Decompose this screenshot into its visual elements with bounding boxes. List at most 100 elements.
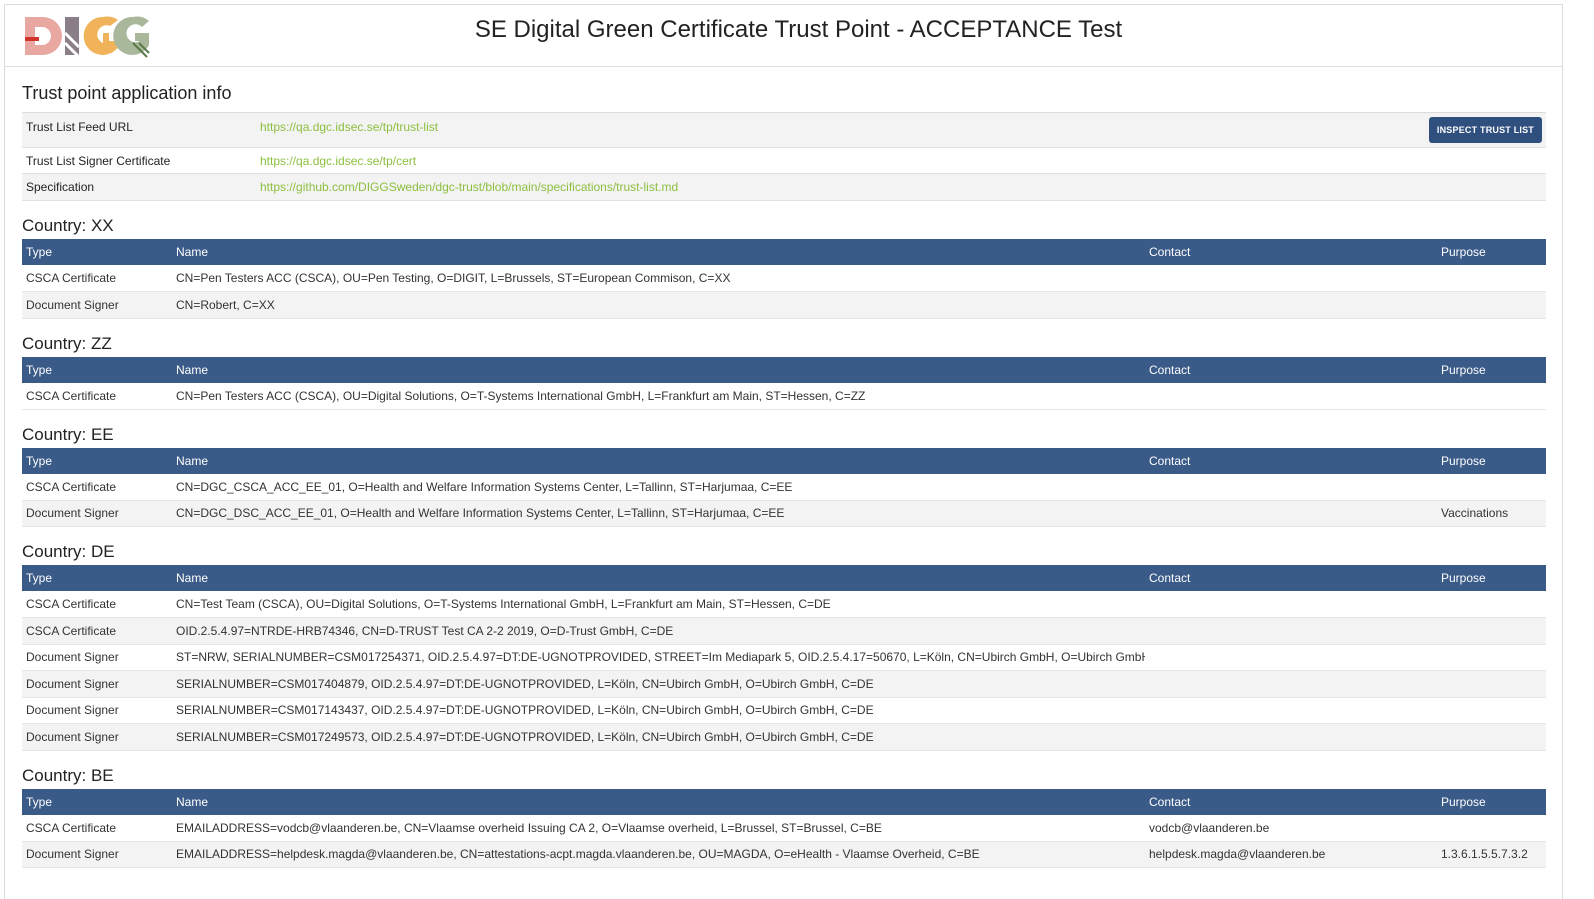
- column-header-contact[interactable]: Contact: [1145, 565, 1437, 591]
- info-row-specification: Specification https://github.com/DIGGSwe…: [22, 173, 1546, 201]
- column-header-name[interactable]: Name: [172, 565, 1145, 591]
- column-header-name[interactable]: Name: [172, 448, 1145, 474]
- cert-contact: vodcb@vlaanderen.be: [1149, 820, 1270, 835]
- table-row[interactable]: Document Signer SERIALNUMBER=CSM017143437…: [22, 697, 1546, 724]
- inspect-trust-list-button[interactable]: INSPECT TRUST LIST: [1428, 117, 1542, 143]
- column-header-contact[interactable]: Contact: [1145, 448, 1437, 474]
- cert-type[interactable]: Document Signer: [22, 697, 172, 724]
- cert-purpose: [1437, 383, 1546, 410]
- cert-contact: [1145, 500, 1437, 527]
- cert-name: CN=Robert, C=XX: [176, 297, 275, 312]
- info-label: Specification: [26, 180, 95, 194]
- cert-purpose: [1437, 724, 1546, 751]
- signer-cert-link[interactable]: https://qa.dgc.idsec.se/tp/cert: [260, 154, 416, 168]
- cert-contact: [1145, 383, 1437, 410]
- cert-name: CN=DGC_DSC_ACC_EE_01, O=Health and Welfa…: [176, 506, 785, 521]
- cert-contact: helpdesk.magda@vlaanderen.be: [1149, 847, 1326, 862]
- country-list: Country: XX Type Name Contact Purpose CSCA Ce…: [22, 213, 1546, 868]
- cert-name: CN=Pen Testers ACC (CSCA), OU=Digital So…: [176, 388, 866, 403]
- table-header-row: Type Name Contact Purpose: [22, 565, 1546, 591]
- column-header-contact[interactable]: Contact: [1145, 357, 1437, 383]
- country-section: Country: ZZ Type Name Contact Purpose CSCA Ce…: [22, 331, 1546, 410]
- cert-name: SERIALNUMBER=CSM017143437, OID.2.5.4.97=…: [176, 703, 874, 718]
- cert-purpose: 1.3.6.1.5.5.7.3.2: [1441, 847, 1528, 862]
- column-header-contact[interactable]: Contact: [1145, 789, 1437, 815]
- cert-contact: [1145, 292, 1437, 319]
- specification-link[interactable]: https://github.com/DIGGSweden/dgc-trust/…: [260, 180, 678, 194]
- cert-purpose: [1437, 644, 1546, 671]
- cert-type[interactable]: Document Signer: [22, 724, 172, 751]
- table-row[interactable]: CSCA Certificate EMAILADDRESS=vodcb@vlaan…: [22, 815, 1546, 842]
- table-row[interactable]: Document Signer SERIALNUMBER=CSM017249573…: [22, 723, 1546, 751]
- cert-purpose: [1437, 815, 1546, 842]
- column-header-type[interactable]: Type: [22, 357, 172, 383]
- info-section-title: Trust point application info: [22, 83, 232, 103]
- column-header-type[interactable]: Type: [22, 565, 172, 591]
- certificate-table: Type Name Contact Purpose CSCA Certificate EM…: [22, 788, 1546, 869]
- cert-name: ST=NRW, SERIALNUMBER=CSM017254371, OID.2…: [176, 650, 1145, 665]
- cert-contact: [1145, 618, 1437, 645]
- column-header-purpose[interactable]: Purpose: [1437, 357, 1546, 383]
- info-row-feed-url: Trust List Feed URL https://qa.dgc.idsec…: [22, 112, 1546, 148]
- info-table: Trust List Feed URL https://qa.dgc.idsec…: [22, 112, 1546, 201]
- table-header-row: Type Name Contact Purpose: [22, 356, 1546, 383]
- table-header-row: Type Name Contact Purpose: [22, 447, 1546, 474]
- cert-contact: [1145, 644, 1437, 671]
- column-header-purpose[interactable]: Purpose: [1437, 239, 1546, 265]
- feed-url-link[interactable]: https://qa.dgc.idsec.se/tp/trust-list: [260, 120, 438, 134]
- cert-name: CN=DGC_CSCA_ACC_EE_01, O=Health and Welf…: [176, 479, 793, 494]
- cert-contact: [1145, 474, 1437, 501]
- cert-contact: [1145, 671, 1437, 698]
- table-row[interactable]: Document Signer EMAILADDRESS=helpdesk.mag…: [22, 841, 1546, 868]
- table-row[interactable]: CSCA Certificate OID.2.5.4.97=NTRDE-HRB74…: [22, 617, 1546, 645]
- main-content: Trust point application info Trust List …: [22, 74, 1546, 868]
- country-title: Country: DE: [22, 542, 115, 561]
- cert-contact: [1145, 697, 1437, 724]
- column-header-purpose[interactable]: Purpose: [1437, 565, 1546, 591]
- certificate-table: Type Name Contact Purpose CSCA Certificate CN…: [22, 356, 1546, 410]
- column-header-name[interactable]: Name: [172, 239, 1145, 265]
- info-label: Trust List Feed URL: [26, 120, 133, 134]
- country-title: Country: EE: [22, 424, 114, 444]
- column-header-name[interactable]: Name: [172, 789, 1145, 815]
- page-header: SE Digital Green Certificate Trust Point…: [4, 4, 1563, 67]
- table-row[interactable]: CSCA Certificate CN=Test Team (CSCA), OU=…: [22, 591, 1546, 618]
- cert-type[interactable]: CSCA Certificate: [22, 591, 172, 618]
- table-row[interactable]: CSCA Certificate CN=Pen Testers ACC (CSCA…: [22, 383, 1546, 410]
- table-row[interactable]: CSCA Certificate CN=DGC_CSCA_ACC_EE_01, O…: [22, 474, 1546, 501]
- cert-name: EMAILADDRESS=helpdesk.magda@vlaanderen.b…: [176, 847, 980, 862]
- cert-type[interactable]: Document Signer: [22, 292, 172, 319]
- column-header-purpose[interactable]: Purpose: [1437, 448, 1546, 474]
- column-header-purpose[interactable]: Purpose: [1437, 789, 1546, 815]
- cert-name: SERIALNUMBER=CSM017249573, OID.2.5.4.97=…: [176, 729, 874, 744]
- cert-type[interactable]: Document Signer: [22, 500, 172, 527]
- column-header-type[interactable]: Type: [22, 789, 172, 815]
- certificate-table: Type Name Contact Purpose CSCA Certificate CN…: [22, 239, 1546, 319]
- cert-purpose: [1437, 474, 1546, 501]
- cert-type[interactable]: CSCA Certificate: [22, 383, 172, 410]
- table-row[interactable]: CSCA Certificate CN=Pen Testers ACC (CSCA…: [22, 265, 1546, 292]
- column-header-name[interactable]: Name: [172, 357, 1145, 383]
- table-row[interactable]: Document Signer ST=NRW, SERIALNUMBER=CSM0…: [22, 644, 1546, 671]
- cert-contact: [1145, 591, 1437, 618]
- table-row[interactable]: Document Signer SERIALNUMBER=CSM017404879…: [22, 670, 1546, 698]
- column-header-contact[interactable]: Contact: [1145, 239, 1437, 265]
- cert-purpose: [1437, 697, 1546, 724]
- cert-type[interactable]: Document Signer: [22, 671, 172, 698]
- page-title: SE Digital Green Certificate Trust Point…: [474, 16, 1123, 43]
- cert-type[interactable]: CSCA Certificate: [22, 474, 172, 501]
- cert-type[interactable]: Document Signer: [22, 841, 172, 868]
- table-row[interactable]: Document Signer CN=Robert, C=XX: [22, 291, 1546, 319]
- column-header-type[interactable]: Type: [22, 448, 172, 474]
- info-label: Trust List Signer Certificate: [26, 153, 171, 168]
- cert-type[interactable]: CSCA Certificate: [22, 815, 172, 842]
- country-section: Country: DE Type Name Contact Purpose CSCA Ce…: [22, 539, 1546, 751]
- column-header-type[interactable]: Type: [22, 239, 172, 265]
- cert-type[interactable]: CSCA Certificate: [22, 618, 172, 645]
- table-header-row: Type Name Contact Purpose: [22, 239, 1546, 265]
- table-row[interactable]: Document Signer CN=DGC_DSC_ACC_EE_01, O=H…: [22, 500, 1546, 527]
- cert-type[interactable]: CSCA Certificate: [22, 265, 172, 292]
- country-section: Country: BE Type Name Contact Purpose CSCA Ce…: [22, 763, 1546, 869]
- cert-name: OID.2.5.4.97=NTRDE-HRB74346, CN=D-TRUST …: [176, 623, 674, 638]
- cert-type[interactable]: Document Signer: [22, 644, 172, 671]
